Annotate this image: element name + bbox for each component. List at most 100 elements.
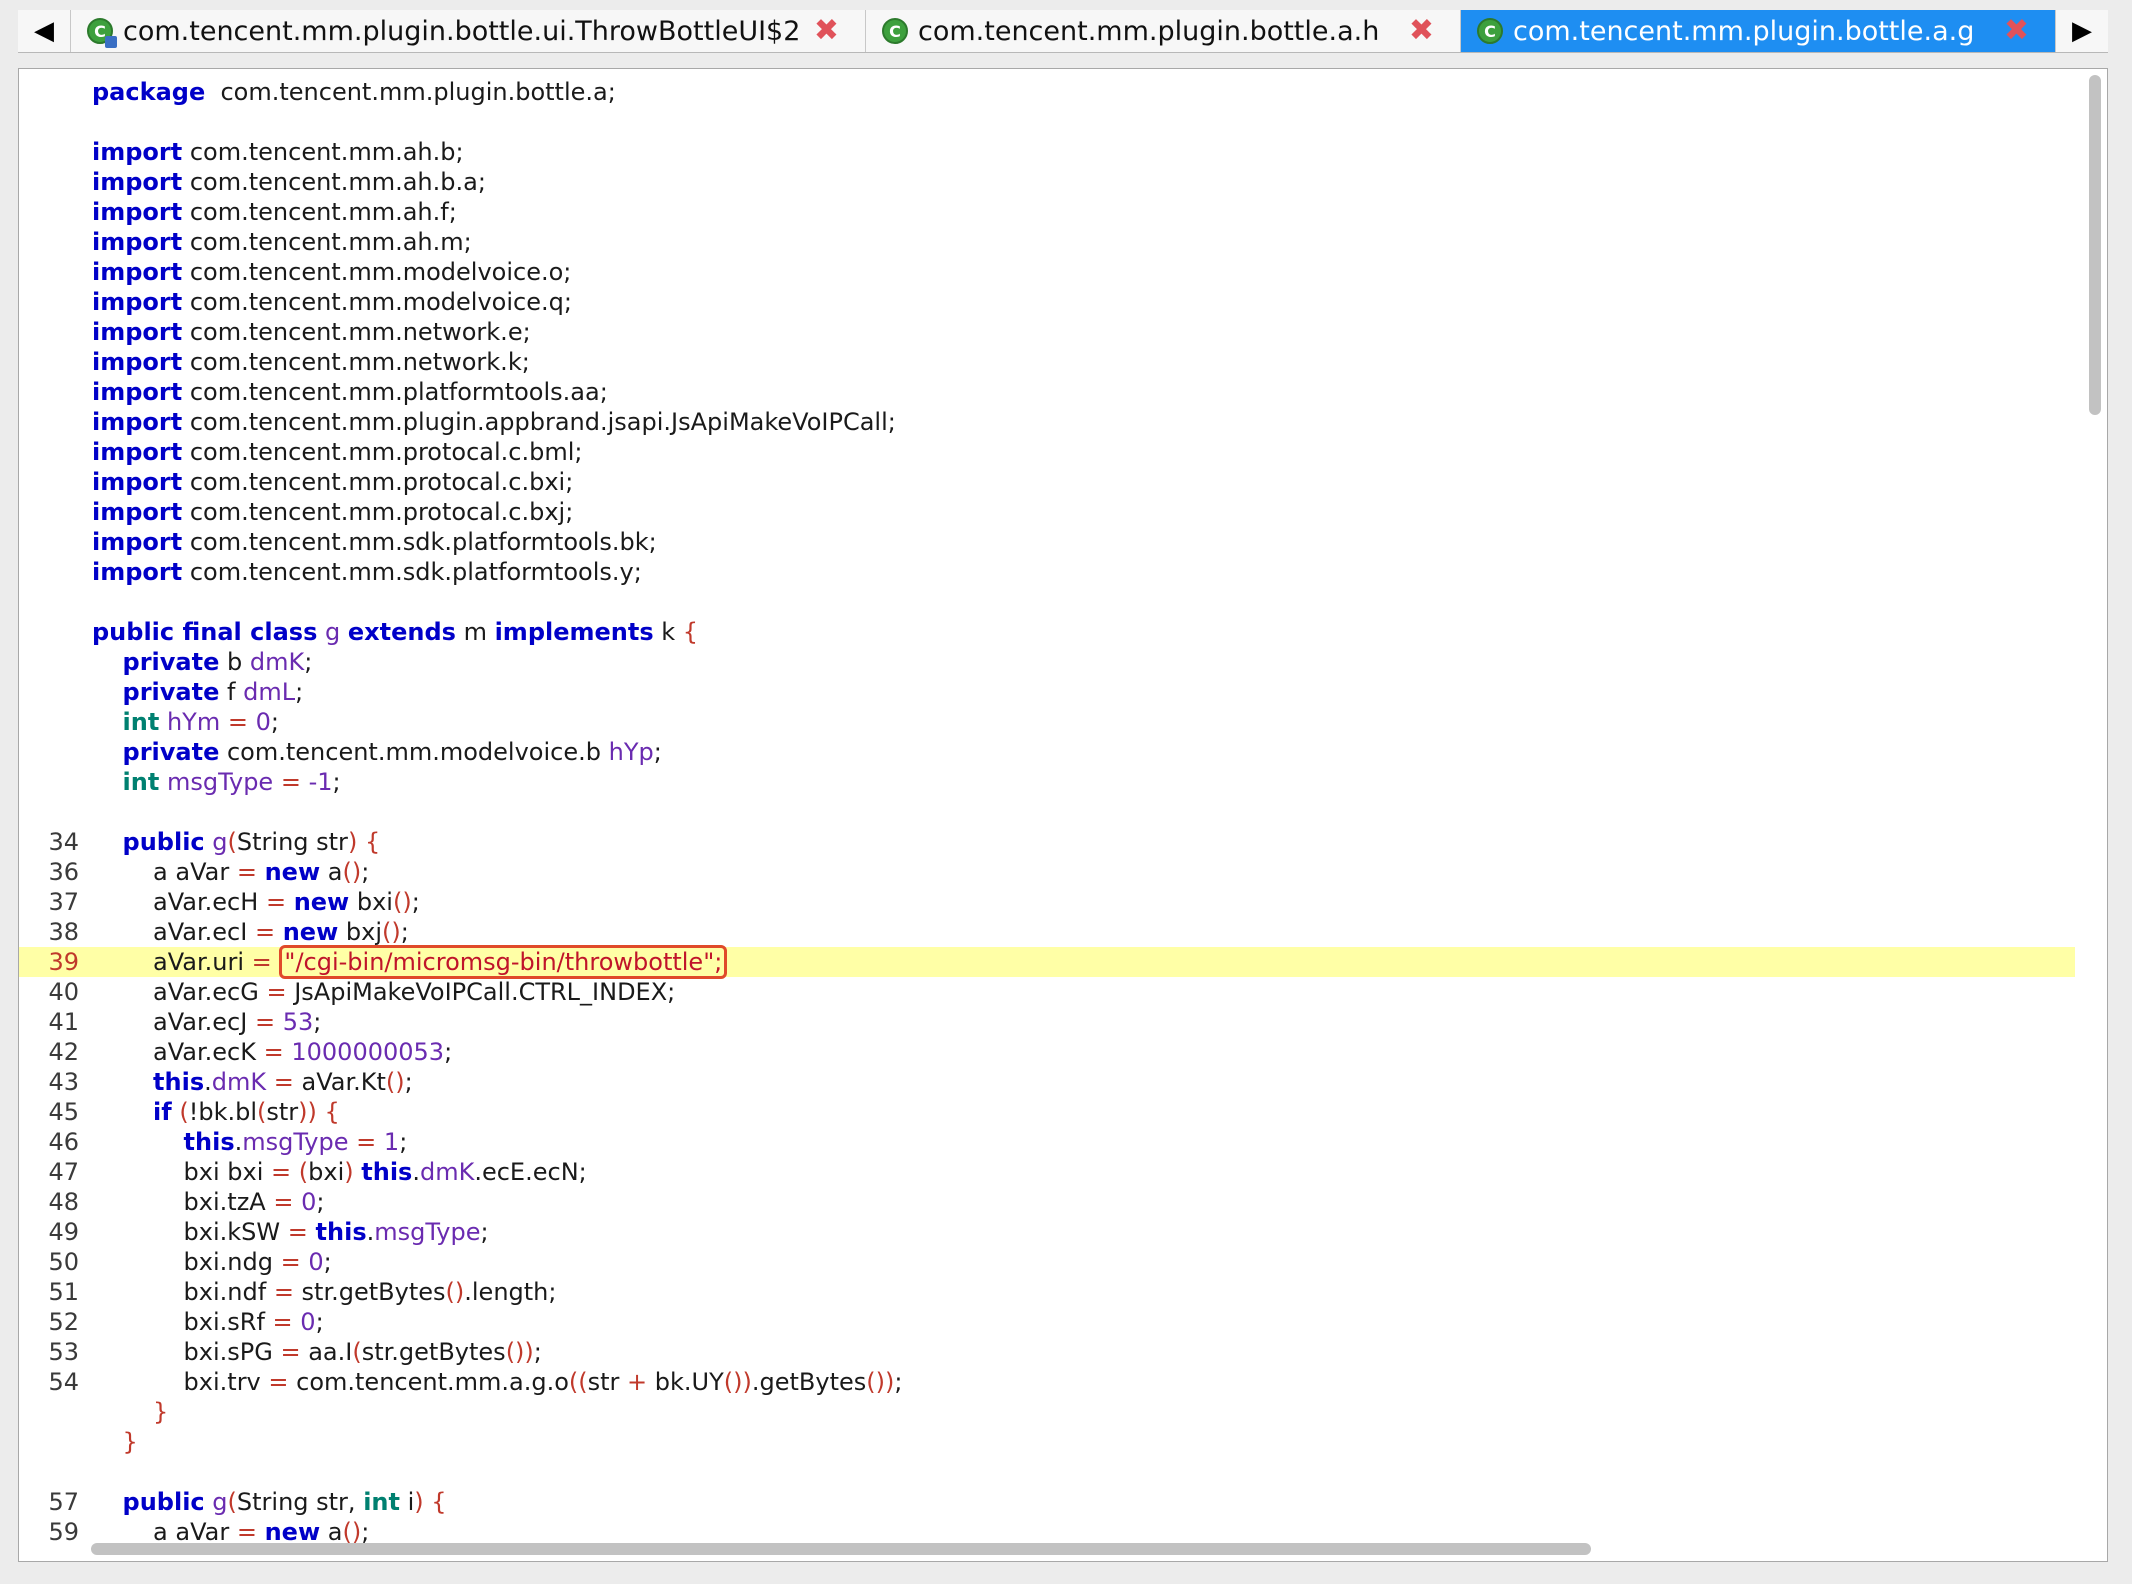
- code-line[interactable]: import com.tencent.mm.ah.b.a;: [19, 167, 2075, 197]
- tab-bottle-a-h[interactable]: C com.tencent.mm.plugin.bottle.a.h ✖: [866, 10, 1461, 52]
- code-line[interactable]: import com.tencent.mm.ah.f;: [19, 197, 2075, 227]
- highlighted-code-line[interactable]: 39 aVar.uri = "/cgi-bin/micromsg-bin/thr…: [19, 945, 2075, 979]
- type-keyword: int: [122, 708, 160, 736]
- keyword: new: [293, 888, 350, 916]
- code-line[interactable]: }: [19, 1397, 2075, 1427]
- code-text: aVar.ecG: [92, 978, 267, 1006]
- code-line[interactable]: import com.tencent.mm.protocal.c.bxj;: [19, 497, 2075, 527]
- code-line[interactable]: [19, 587, 2075, 617]
- code-line[interactable]: 57 public g(String str, int i) {: [19, 1487, 2075, 1517]
- code-text: a aVar: [92, 858, 237, 886]
- keyword: this: [361, 1158, 413, 1186]
- code-text: f: [219, 678, 244, 706]
- code-line[interactable]: 45 if (!bk.bl(str)) {: [19, 1097, 2075, 1127]
- code-line[interactable]: import com.tencent.mm.sdk.platformtools.…: [19, 527, 2075, 557]
- code-area[interactable]: package com.tencent.mm.plugin.bottle.a; i…: [19, 77, 2075, 1547]
- code-line[interactable]: private b dmK;: [19, 647, 2075, 677]
- code-line[interactable]: import com.tencent.mm.modelvoice.q;: [19, 287, 2075, 317]
- scroll-tabs-right-button[interactable]: ▶: [2055, 10, 2108, 52]
- code-text: com.tencent.mm.plugin.bottle.a;: [205, 78, 616, 106]
- code-line[interactable]: 52 bxi.sRf = 0;: [19, 1307, 2075, 1337]
- code-line[interactable]: [19, 797, 2075, 827]
- keyword: import: [92, 378, 183, 406]
- vertical-scroll-thumb[interactable]: [2089, 75, 2101, 415]
- identifier: hYm: [166, 708, 221, 736]
- code-line[interactable]: 36 a aVar = new a();: [19, 857, 2075, 887]
- code-line[interactable]: import com.tencent.mm.ah.m;: [19, 227, 2075, 257]
- code-line[interactable]: 40 aVar.ecG = JsApiMakeVoIPCall.CTRL_IND…: [19, 977, 2075, 1007]
- code-text: a: [320, 858, 343, 886]
- code-line[interactable]: 46 this.msgType = 1;: [19, 1127, 2075, 1157]
- code-line[interactable]: 54 bxi.trv = com.tencent.mm.a.g.o((str +…: [19, 1367, 2075, 1397]
- keyword: new: [282, 918, 339, 946]
- code-line[interactable]: 50 bxi.ndg = 0;: [19, 1247, 2075, 1277]
- code-line[interactable]: }: [19, 1427, 2075, 1457]
- code-line[interactable]: int hYm = 0;: [19, 707, 2075, 737]
- code-line[interactable]: import com.tencent.mm.network.k;: [19, 347, 2075, 377]
- code-text: bxi.trv = com.tencent.mm.a.g.o((str + bk…: [92, 1367, 903, 1397]
- scroll-tabs-left-button[interactable]: ◀: [18, 10, 71, 52]
- code-line[interactable]: 51 bxi.ndf = str.getBytes().length;: [19, 1277, 2075, 1307]
- horizontal-scroll-thumb[interactable]: [91, 1543, 1591, 1555]
- highlighted-string-box: "/cgi-bin/micromsg-bin/throwbottle";: [279, 945, 728, 979]
- code-line[interactable]: 42 aVar.ecK = 1000000053;: [19, 1037, 2075, 1067]
- operator: ()): [505, 1338, 534, 1366]
- code-line[interactable]: import com.tencent.mm.platformtools.aa;: [19, 377, 2075, 407]
- close-icon[interactable]: ✖: [2004, 16, 2029, 46]
- tab-bottle-a-g[interactable]: C com.tencent.mm.plugin.bottle.a.g ✖: [1461, 10, 2056, 52]
- code-text: ;: [400, 918, 409, 946]
- code-text: bxi.trv: [92, 1368, 269, 1396]
- keyword: public: [122, 828, 205, 856]
- code-text: bxi bxi: [92, 1158, 272, 1186]
- code-line[interactable]: 48 bxi.tzA = 0;: [19, 1187, 2075, 1217]
- code-line[interactable]: 34 public g(String str) {: [19, 827, 2075, 857]
- operator: (): [445, 1278, 465, 1306]
- horizontal-scrollbar[interactable]: [91, 1541, 2051, 1557]
- code-line[interactable]: 47 bxi bxi = (bxi) this.dmK.ecE.ecN;: [19, 1157, 2075, 1187]
- keyword: implements: [494, 618, 654, 646]
- close-icon[interactable]: ✖: [814, 16, 839, 46]
- code-line[interactable]: public final class g extends m implement…: [19, 617, 2075, 647]
- code-line[interactable]: import com.tencent.mm.modelvoice.o;: [19, 257, 2075, 287]
- code-text: .getBytes: [751, 1368, 867, 1396]
- line-number: 47: [48, 1158, 79, 1186]
- code-line[interactable]: 53 bxi.sPG = aa.I(str.getBytes());: [19, 1337, 2075, 1367]
- identifier: g: [325, 618, 341, 646]
- code-line[interactable]: import com.tencent.mm.protocal.c.bml;: [19, 437, 2075, 467]
- code-line[interactable]: import com.tencent.mm.protocal.c.bxi;: [19, 467, 2075, 497]
- code-line[interactable]: import com.tencent.mm.ah.b;: [19, 137, 2075, 167]
- code-line[interactable]: 41 aVar.ecJ = 53;: [19, 1007, 2075, 1037]
- code-line[interactable]: 38 aVar.ecI = new bxj();: [19, 917, 2075, 947]
- code-line[interactable]: int msgType = -1;: [19, 767, 2075, 797]
- code-text: str.getBytes: [361, 1338, 506, 1366]
- code-line[interactable]: 37 aVar.ecH = new bxi();: [19, 887, 2075, 917]
- code-line[interactable]: private f dmL;: [19, 677, 2075, 707]
- code-line[interactable]: import com.tencent.mm.sdk.platformtools.…: [19, 557, 2075, 587]
- close-icon[interactable]: ✖: [1409, 16, 1434, 46]
- code-line[interactable]: 43 this.dmK = aVar.Kt();: [19, 1067, 2075, 1097]
- code-line[interactable]: package com.tencent.mm.plugin.bottle.a;: [19, 77, 2075, 107]
- code-text: ;: [533, 1338, 542, 1366]
- keyword: import: [92, 348, 183, 376]
- code-line[interactable]: 49 bxi.kSW = this.msgType;: [19, 1217, 2075, 1247]
- vertical-scrollbar[interactable]: [2087, 75, 2103, 1555]
- operator: =: [287, 1218, 308, 1246]
- code-line[interactable]: [19, 107, 2075, 137]
- code-line[interactable]: import com.tencent.mm.plugin.appbrand.js…: [19, 407, 2075, 437]
- code-text: import com.tencent.mm.sdk.platformtools.…: [92, 557, 642, 587]
- line-number: 49: [48, 1218, 79, 1246]
- code-line[interactable]: import com.tencent.mm.network.e;: [19, 317, 2075, 347]
- code-text: com.tencent.mm.modelvoice.b: [219, 738, 609, 766]
- code-editor[interactable]: package com.tencent.mm.plugin.bottle.a; i…: [18, 68, 2108, 1562]
- code-line[interactable]: [19, 1457, 2075, 1487]
- code-line[interactable]: private com.tencent.mm.modelvoice.b hYp;: [19, 737, 2075, 767]
- tab-throwbottleui[interactable]: C com.tencent.mm.plugin.bottle.ui.ThrowB…: [71, 10, 866, 52]
